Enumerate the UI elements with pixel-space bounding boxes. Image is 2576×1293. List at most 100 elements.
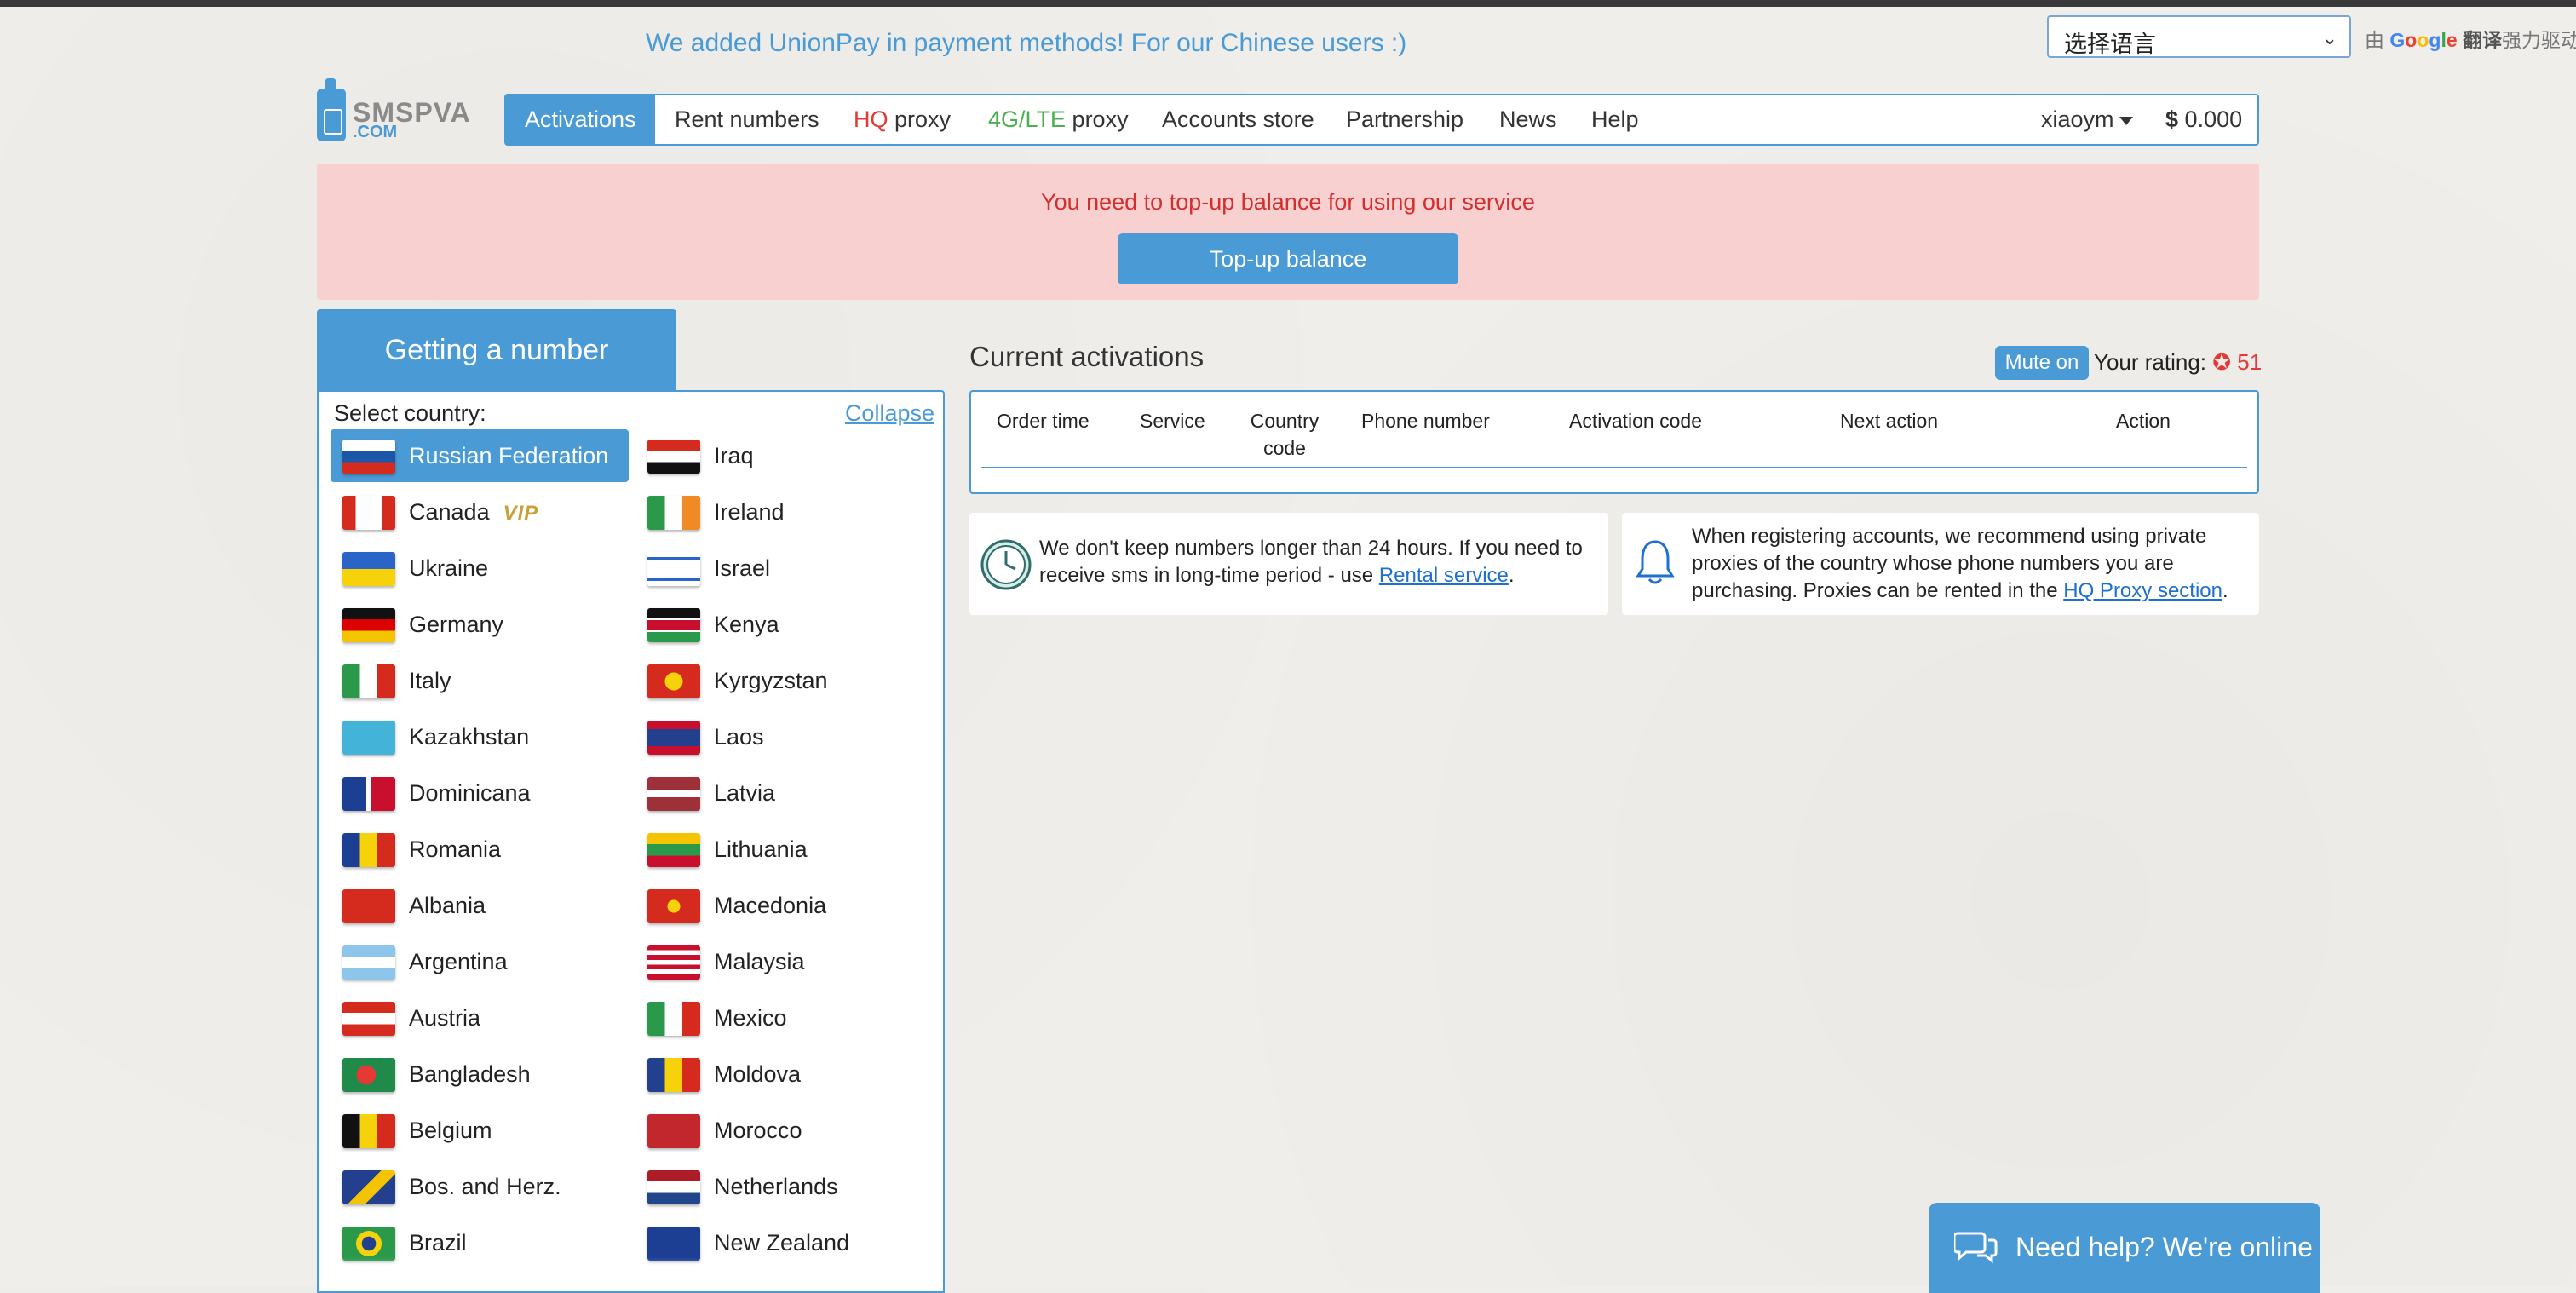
flag-icon: [342, 1002, 395, 1036]
site-logo[interactable]: SMSPVA .COM: [317, 78, 477, 145]
country-item-ireland[interactable]: Ireland: [635, 486, 934, 538]
flag-icon: [647, 1002, 700, 1036]
country-item-mexico[interactable]: Mexico: [635, 991, 934, 1044]
window-top-strip: [0, 0, 2576, 7]
country-name: Moldova: [714, 1061, 802, 1087]
nav-news[interactable]: News: [1499, 95, 1557, 144]
user-rating: Your rating: ✪ 51: [2094, 349, 2263, 375]
country-item-romania[interactable]: Romania: [331, 823, 629, 876]
country-item-kyrgyzstan[interactable]: Kyrgyzstan: [635, 654, 934, 707]
country-panel: Select country: Collapse Russian Federat…: [317, 390, 945, 1293]
country-item-latvia[interactable]: Latvia: [635, 767, 934, 819]
country-item-moldova[interactable]: Moldova: [635, 1048, 934, 1100]
country-name: Italy: [409, 668, 451, 693]
caret-down-icon: [2119, 116, 2133, 125]
google-logo: Google: [2389, 29, 2458, 51]
country-item-laos[interactable]: Laos: [635, 710, 934, 763]
flag-icon: [647, 496, 700, 530]
col-action: Action: [2116, 410, 2171, 432]
main-navbar: Activations Rent numbers HQ proxy 4G/LTE…: [504, 94, 2259, 146]
country-item-argentina[interactable]: Argentina: [331, 935, 629, 988]
select-country-label: Select country:: [334, 400, 486, 426]
topup-balance-button[interactable]: Top-up balance: [1118, 233, 1458, 284]
country-item-belgium[interactable]: Belgium: [331, 1104, 629, 1157]
flag-icon: [342, 1114, 395, 1148]
country-name: Kazakhstan: [409, 724, 530, 750]
country-item-malaysia[interactable]: Malaysia: [635, 935, 934, 988]
country-item-austria[interactable]: Austria: [331, 991, 629, 1044]
country-item-kazakhstan[interactable]: Kazakhstan: [331, 710, 629, 763]
country-item-ukraine[interactable]: Ukraine: [331, 542, 629, 595]
nav-activations[interactable]: Activations: [506, 95, 655, 144]
col-order-time: Order time: [997, 410, 1090, 432]
country-name: Morocco: [714, 1118, 802, 1143]
language-select[interactable]: 选择语言 ⌄: [2047, 15, 2351, 58]
flag-icon: [342, 1170, 395, 1204]
getting-number-tab[interactable]: Getting a number: [317, 309, 676, 391]
hq-proxy-section-link[interactable]: HQ Proxy section: [2063, 579, 2222, 602]
nav-lte-proxy[interactable]: 4G/LTE proxy: [988, 95, 1129, 144]
rating-star-icon: ✪: [2212, 349, 2232, 375]
google-translate-credit[interactable]: 由 Google 翻译强力驱动: [2365, 24, 2576, 53]
country-item-albania[interactable]: Albania: [331, 879, 629, 932]
flag-icon: [647, 552, 700, 586]
country-item-lithuania[interactable]: Lithuania: [635, 823, 934, 876]
rental-service-link[interactable]: Rental service: [1379, 564, 1509, 587]
nav-accounts-store[interactable]: Accounts store: [1162, 95, 1314, 144]
balance-display[interactable]: $ 0.000: [2165, 95, 2242, 144]
country-name: New Zealand: [714, 1230, 850, 1256]
alert-message: You need to top-up balance for using our…: [1041, 189, 1535, 215]
country-item-bangladesh[interactable]: Bangladesh: [331, 1048, 629, 1100]
language-select-value: 选择语言: [2064, 32, 2156, 57]
country-name: Bos. and Herz.: [409, 1174, 561, 1199]
nav-help[interactable]: Help: [1591, 95, 1639, 144]
col-activation-code: Activation code: [1569, 410, 1702, 432]
bell-icon: [1636, 540, 1675, 584]
retention-info: We don't keep numbers longer than 24 hou…: [969, 513, 1608, 615]
collapse-link[interactable]: Collapse: [845, 400, 934, 427]
chevron-down-icon: ⌄: [2321, 27, 2337, 49]
nav-rent-numbers[interactable]: Rent numbers: [675, 95, 819, 144]
flag-icon: [647, 1114, 700, 1148]
country-item-macedonia[interactable]: Macedonia: [635, 879, 934, 932]
country-item-morocco[interactable]: Morocco: [635, 1104, 934, 1157]
country-item-iraq[interactable]: Iraq: [635, 429, 934, 482]
country-name: Romania: [409, 836, 502, 862]
dollar-icon: $: [2165, 106, 2179, 132]
country-name: Germany: [409, 612, 504, 637]
country-name: Netherlands: [714, 1174, 838, 1199]
country-item-dominicana[interactable]: Dominicana: [331, 767, 629, 819]
col-next-action: Next action: [1840, 410, 1939, 432]
country-name: Mexico: [714, 1005, 787, 1031]
flag-icon: [647, 945, 700, 980]
flag-icon: [342, 664, 395, 698]
country-name: Russian Federation: [409, 443, 609, 468]
flag-icon: [342, 833, 395, 867]
country-name: Argentina: [409, 949, 508, 974]
country-name: Ukraine: [409, 555, 489, 581]
flag-icon: [647, 664, 700, 698]
flag-icon: [647, 777, 700, 811]
country-item-netherlands[interactable]: Netherlands: [635, 1160, 934, 1213]
country-name: Lithuania: [714, 836, 808, 862]
flag-icon: [647, 440, 700, 474]
announcement-banner: We added UnionPay in payment methods! Fo…: [646, 29, 1407, 57]
col-phone-number: Phone number: [1361, 410, 1490, 432]
country-item-canada[interactable]: Canada VIP: [331, 486, 629, 538]
nav-hq-proxy[interactable]: HQ proxy: [854, 95, 951, 144]
mute-button[interactable]: Mute on: [1995, 346, 2089, 380]
country-item-israel[interactable]: Israel: [635, 542, 934, 595]
chat-icon: [1954, 1232, 1998, 1264]
flag-icon: [647, 721, 700, 755]
country-item-germany[interactable]: Germany: [331, 598, 629, 651]
country-item-italy[interactable]: Italy: [331, 654, 629, 707]
country-item-bos-and-herz[interactable]: Bos. and Herz.: [331, 1160, 629, 1213]
live-chat-button[interactable]: Need help? We're online: [1929, 1203, 2320, 1293]
user-menu[interactable]: xiaoym: [2041, 95, 2133, 144]
country-item-kenya[interactable]: Kenya: [635, 598, 934, 651]
country-name: Latvia: [714, 780, 776, 806]
country-item-russian-federation[interactable]: Russian Federation: [331, 429, 629, 482]
nav-partnership[interactable]: Partnership: [1346, 95, 1463, 144]
country-name: Austria: [409, 1005, 481, 1031]
vip-badge: VIP: [503, 502, 539, 525]
